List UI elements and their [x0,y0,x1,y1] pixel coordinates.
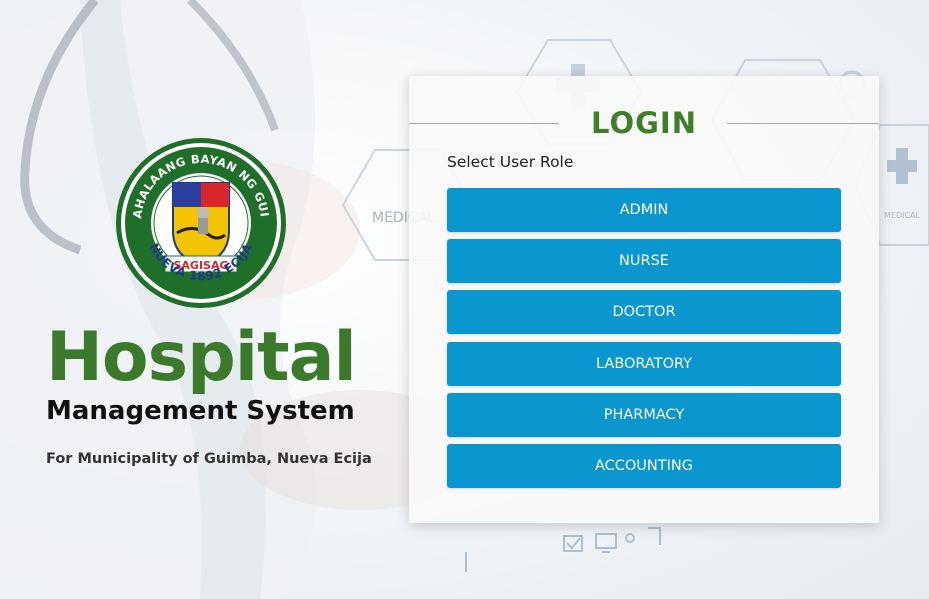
login-title: LOGIN [591,106,697,140]
svg-text:MEDICAL: MEDICAL [884,211,921,220]
role-button-pharmacy[interactable]: PHARMACY [447,393,841,437]
app-tagline: For Municipality of Guimba, Nueva Ecija [46,451,372,467]
role-button-laboratory[interactable]: LABORATORY [447,342,841,386]
login-header: LOGIN [409,98,879,148]
hex-label-2: MEDICAL [884,211,921,220]
medical-cross-icon [887,148,917,184]
role-button-admin[interactable]: ADMIN [447,188,841,232]
divider-left [409,123,559,124]
role-button-nurse[interactable]: NURSE [447,239,841,283]
divider-right [727,123,879,124]
role-label: Select User Role [447,153,574,171]
role-button-accounting[interactable]: ACCOUNTING [447,444,841,488]
municipal-seal-logo: PAMAHALAANG BAYAN NG GUIMBA SAGISAG NUEV… [107,124,289,311]
app-subtitle: Management System [46,396,355,426]
role-button-doctor[interactable]: DOCTOR [447,290,841,334]
app-title: Hospital [46,318,357,397]
login-panel: LOGIN Select User Role ADMIN NURSE DOCTO… [409,76,879,523]
